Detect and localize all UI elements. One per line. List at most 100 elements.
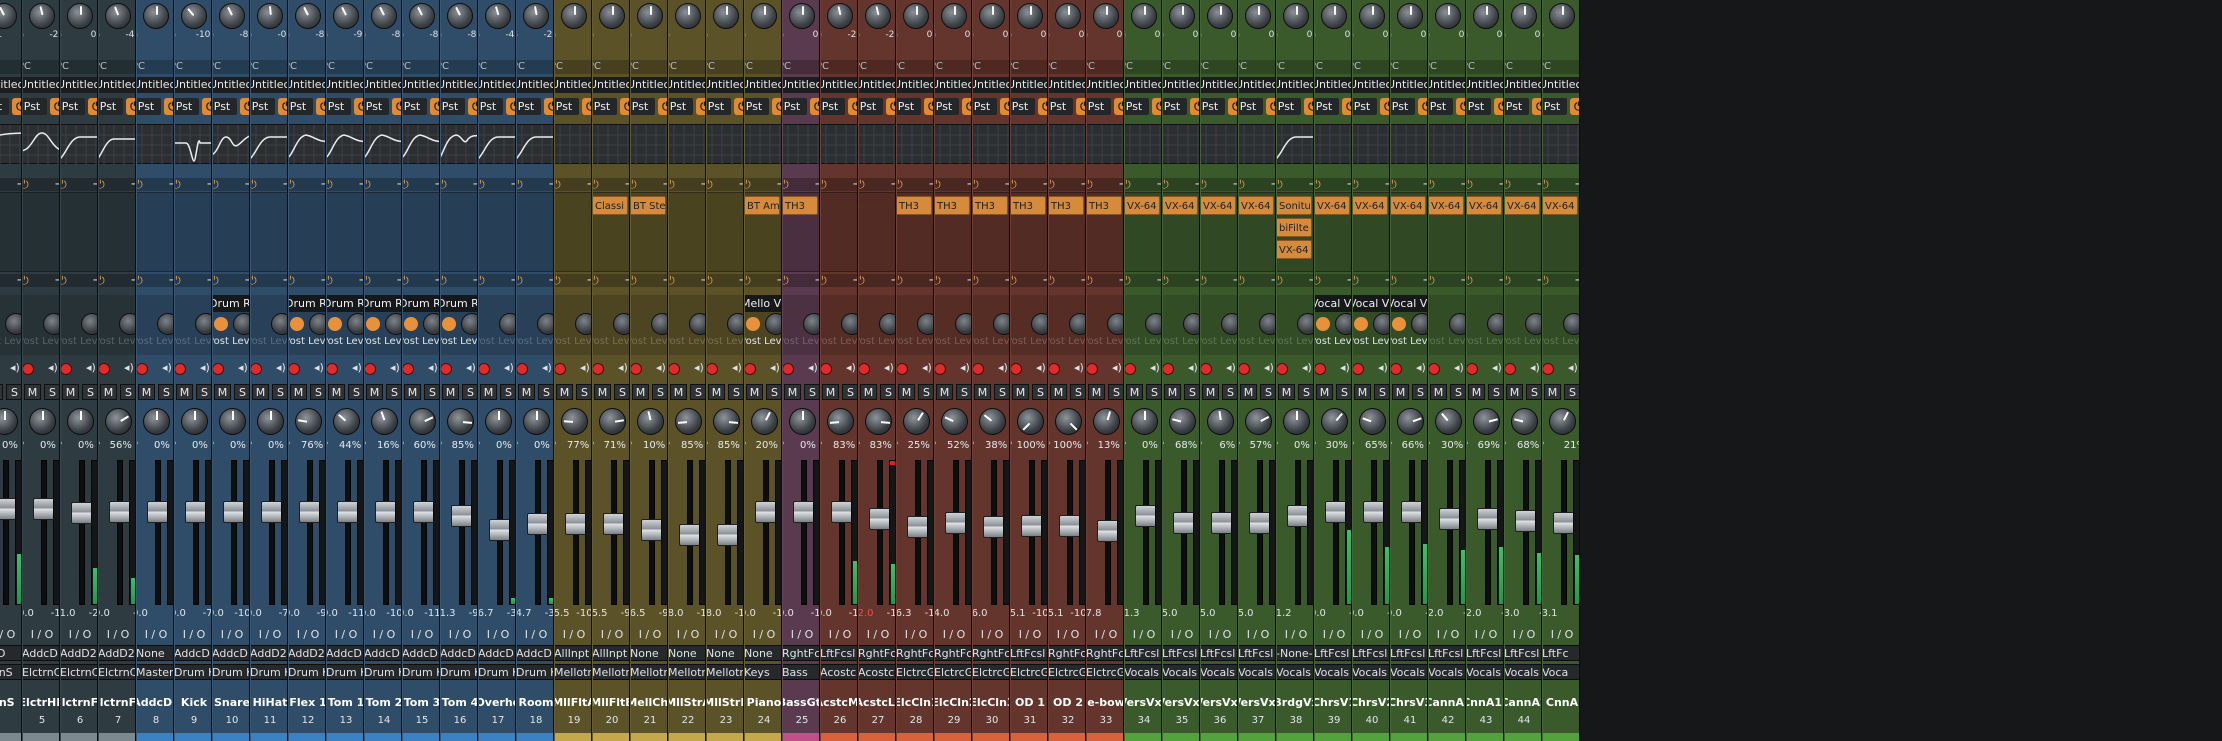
input-select[interactable]: AddD2 (99, 645, 135, 661)
insert-plugin-tag[interactable]: VX-64 (1201, 196, 1236, 215)
mute-button[interactable]: M (24, 384, 41, 400)
solo-button[interactable]: S (690, 384, 705, 400)
gain-knob[interactable] (979, 3, 1005, 29)
output-select[interactable]: Vocals (1315, 664, 1351, 680)
preset-button[interactable]: Pst (745, 98, 769, 115)
insert-power-icon[interactable]: ⏻ (61, 178, 67, 192)
mute-button[interactable]: M (746, 384, 763, 400)
power-icon[interactable]: ⏻ (734, 98, 743, 115)
channel-name[interactable]: BrdgVx (1277, 696, 1313, 709)
volume-fader[interactable] (1097, 520, 1119, 543)
solo-button[interactable]: S (1032, 384, 1047, 400)
pan-knob[interactable] (1283, 408, 1310, 435)
monitor-icon[interactable]: ◂)) (542, 361, 553, 374)
pc-row[interactable]: PC◂ (1429, 60, 1465, 74)
send-power-icon[interactable]: ⏻ (289, 274, 295, 288)
mute-button[interactable]: M (1316, 384, 1333, 400)
insert-power-icon[interactable]: ⏻ (251, 178, 257, 192)
pan-knob[interactable] (751, 408, 778, 435)
eq-display[interactable] (1163, 124, 1199, 165)
input-select[interactable]: AddcD (479, 645, 515, 661)
monitor-icon[interactable]: ◂)) (10, 361, 21, 374)
power-icon[interactable]: ⏻ (962, 98, 971, 115)
channel-name[interactable]: BassGtr (783, 696, 819, 709)
send-slot[interactable]: Drum RevPost Level (213, 295, 249, 355)
pc-row[interactable]: PC◂ (0, 60, 21, 74)
monitor-icon[interactable]: ◂)) (922, 361, 933, 374)
plugin-preset-name[interactable]: Untitlec (327, 77, 363, 93)
channel-name[interactable]: VersVx2 (1163, 696, 1199, 709)
record-arm-button[interactable] (1163, 363, 1174, 375)
plugin-preset-name[interactable]: Untitlec (1543, 77, 1579, 93)
insert-power-icon[interactable]: ⏻ (1429, 178, 1435, 192)
gain-knob[interactable] (1245, 3, 1271, 29)
eq-display[interactable] (1315, 124, 1351, 165)
output-select[interactable]: Drum K (479, 664, 515, 680)
pc-row[interactable]: PC◂ (1315, 60, 1351, 74)
input-select[interactable]: LftFcsl (1011, 645, 1047, 661)
volume-fader[interactable] (869, 507, 891, 530)
channel-name[interactable]: OD 1 (1011, 696, 1047, 709)
send-level-knob[interactable] (1259, 313, 1275, 335)
channel-name[interactable]: MllFltA (555, 696, 591, 709)
send-name[interactable]: Drum Rev (327, 295, 363, 312)
gain-knob[interactable] (1093, 3, 1119, 29)
solo-button[interactable]: S (348, 384, 363, 400)
monitor-icon[interactable]: ◂)) (998, 361, 1009, 374)
record-arm-button[interactable] (631, 363, 642, 375)
channel-name[interactable]: ElcCln3 (973, 696, 1009, 709)
send-level-knob[interactable] (309, 313, 325, 335)
solo-button[interactable]: S (1564, 384, 1579, 400)
send-slot[interactable]: Drum RevPost Level (289, 295, 325, 355)
insert-slots[interactable] (365, 192, 401, 272)
eq-display[interactable] (745, 124, 781, 165)
gain-knob[interactable] (143, 3, 169, 29)
pc-row[interactable]: PC◂ (61, 60, 97, 74)
plugin-preset-name[interactable]: Untitlec (1087, 77, 1123, 93)
channel-name[interactable]: AcstcMc (821, 696, 857, 709)
plugin-preset-name[interactable]: Untitlec (669, 77, 705, 93)
power-icon[interactable]: ⏻ (1266, 98, 1275, 115)
volume-fader[interactable] (261, 500, 283, 523)
send-level-knob[interactable] (119, 313, 135, 335)
mute-button[interactable]: M (252, 384, 269, 400)
plugin-preset-name[interactable]: Untitlec (1391, 77, 1427, 93)
volume-fader[interactable] (1325, 500, 1347, 523)
monitor-icon[interactable]: ◂)) (1074, 361, 1085, 374)
eq-display[interactable] (821, 124, 857, 165)
monitor-icon[interactable]: ◂)) (314, 361, 325, 374)
pan-knob[interactable] (447, 408, 474, 435)
input-select[interactable]: LftFcsl (1315, 645, 1351, 661)
plugin-preset-name[interactable]: Untitlec (23, 77, 59, 93)
monitor-icon[interactable]: ◂)) (86, 361, 97, 374)
pc-row[interactable]: PC◂ (783, 60, 819, 74)
eq-display[interactable] (61, 124, 97, 165)
send-enable-dot[interactable] (1354, 317, 1368, 331)
input-select[interactable]: RghtFc (897, 645, 933, 661)
plugin-preset-name[interactable]: Untitlec (1353, 77, 1389, 93)
monitor-icon[interactable]: ◂)) (1530, 361, 1541, 374)
insert-power-icon[interactable]: ⏻ (707, 178, 713, 192)
output-select[interactable]: Mellotr (593, 664, 629, 680)
send-level-knob[interactable] (955, 313, 971, 335)
record-arm-button[interactable] (1125, 363, 1136, 375)
insert-power-icon[interactable]: ⏻ (1353, 178, 1359, 192)
send-level-knob[interactable] (689, 313, 705, 335)
channel-name[interactable]: ElcCln2 (935, 696, 971, 709)
channel-name[interactable]: OD 2 (1049, 696, 1085, 709)
insert-power-icon[interactable]: ⏻ (213, 178, 219, 192)
volume-fader[interactable] (1439, 507, 1461, 530)
pc-row[interactable]: PC◂ (137, 60, 173, 74)
mute-button[interactable]: M (518, 384, 535, 400)
gain-knob[interactable] (1131, 3, 1157, 29)
channel-name[interactable]: ElctrnF1 (61, 696, 97, 709)
output-select[interactable]: ElctrnC (23, 664, 59, 680)
record-arm-button[interactable] (783, 363, 794, 375)
insert-slots[interactable] (61, 192, 97, 272)
send-level-knob[interactable] (1525, 313, 1541, 335)
send-power-icon[interactable]: ⏻ (935, 274, 941, 288)
pc-row[interactable]: PC◂ (1505, 60, 1541, 74)
monitor-icon[interactable]: ◂)) (1378, 361, 1389, 374)
pc-row[interactable]: PC◂ (213, 60, 249, 74)
channel-name[interactable]: rnS (0, 696, 21, 709)
